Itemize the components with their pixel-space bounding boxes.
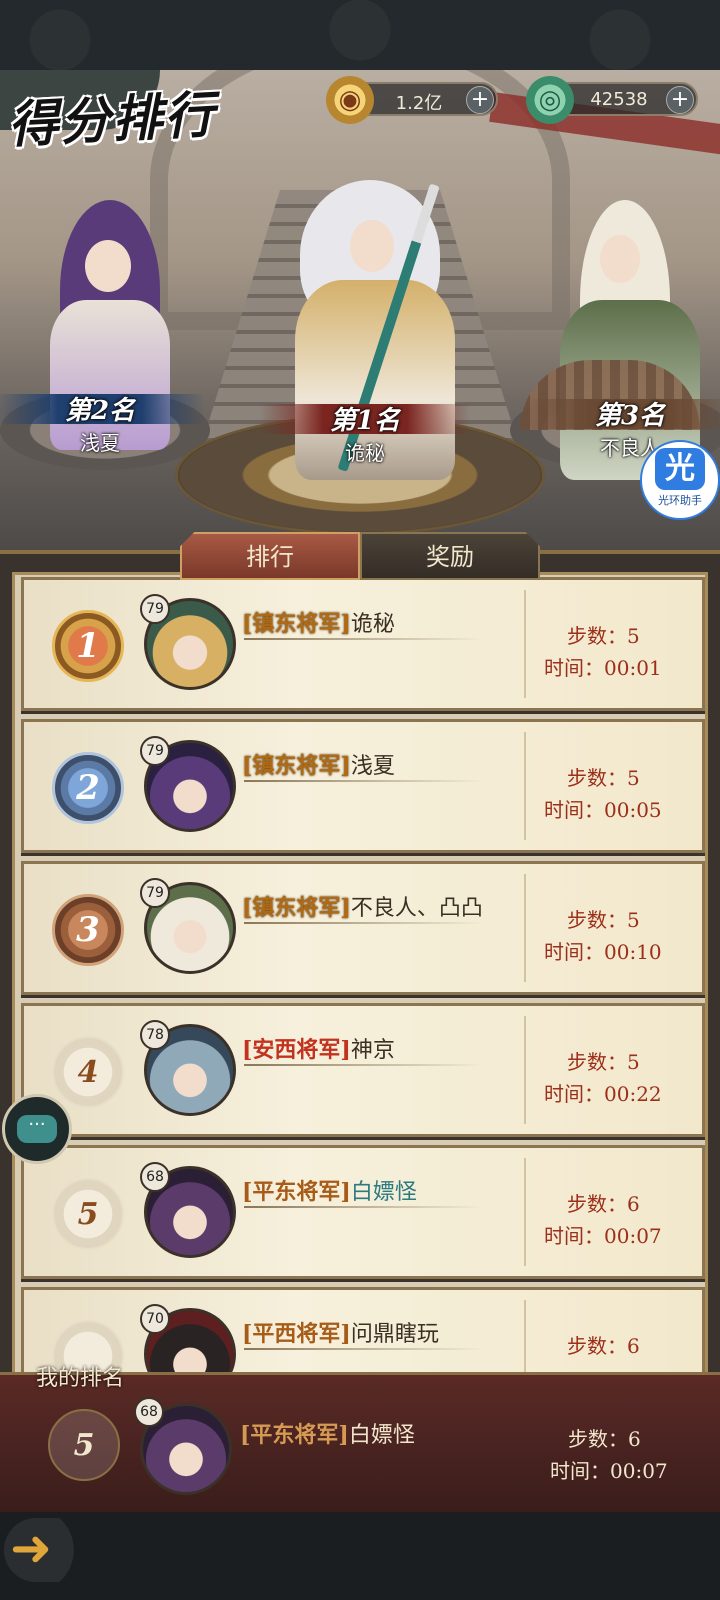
my-rank-label: 我的排名 (36, 1366, 125, 1391)
chat-button[interactable]: ··· (2, 1094, 72, 1164)
panel-tabs: 排行 奖励 (180, 532, 540, 580)
player-name: [镇东将军]诡秘 (242, 611, 395, 637)
level-badge: 79 (140, 736, 170, 766)
bottom-bar (0, 1512, 720, 1600)
steps-stat: 步数：5 (567, 908, 640, 932)
page-title: 得分排行 (6, 84, 218, 155)
my-level-badge: 68 (134, 1397, 164, 1427)
gold-value: 1.2亿 (395, 93, 443, 114)
podium-first-rank: 第1名 (329, 406, 401, 436)
rank-row[interactable]: 5 68 [平东将军]白嫖怪 步数：6 时间：00:07 (21, 1145, 705, 1279)
steps-stat: 步数：5 (567, 1050, 640, 1074)
ranking-panel: 1 79 [镇东将军]诡秘 步数：5 时间：00:01 2 79 [镇东将军]浅… (0, 550, 720, 1382)
player-name: [平西将军]问鼎瞎玩 (242, 1321, 439, 1347)
assistant-icon: 光 (655, 448, 705, 490)
rank-badge: 2 (52, 752, 124, 824)
steps-stat: 步数：5 (567, 624, 640, 648)
podium-second-tag: 第2名 浅夏 (0, 390, 205, 456)
my-steps-stat: 步数：6 (568, 1427, 641, 1451)
rank-row[interactable]: 3 79 [镇东将军]不良人、凸凸 步数：5 时间：00:10 (21, 861, 705, 995)
time-stat: 时间：00:07 (544, 1224, 662, 1248)
podium-first-name: 诡秘 (345, 441, 385, 465)
back-arrow-button[interactable]: ➜ (4, 1518, 94, 1582)
level-badge: 79 (140, 594, 170, 624)
tab-rank[interactable]: 排行 (180, 532, 360, 580)
time-stat: 时间：00:22 (544, 1082, 662, 1106)
time-stat: 时间：00:05 (544, 798, 662, 822)
chat-icon: ··· (17, 1115, 57, 1143)
steps-stat: 步数：6 (567, 1192, 640, 1216)
time-stat: 时间：00:01 (544, 656, 662, 680)
gold-coin-icon: ◉ (326, 76, 374, 124)
steps-stat: 步数：6 (567, 1334, 640, 1358)
rank-badge: 3 (52, 894, 124, 966)
player-name: [平东将军]白嫖怪 (242, 1179, 417, 1205)
assistant-label: 光环助手 (658, 494, 702, 507)
jade-icon: ◎ (526, 76, 574, 124)
my-rank-badge: 5 (48, 1409, 120, 1481)
rank-row[interactable]: 4 78 [安西将军]神京 步数：5 时间：00:22 (21, 1003, 705, 1137)
podium-second-name: 浅夏 (80, 431, 120, 455)
add-jade-button[interactable]: + (666, 86, 694, 114)
my-rank-bar: 5 68 [平东将军]白嫖怪 步数：6 时间：00:07 (0, 1372, 720, 1512)
steps-stat: 步数：5 (567, 766, 640, 790)
assistant-overlay-button[interactable]: 光 光环助手 (640, 440, 720, 520)
level-badge: 70 (140, 1304, 170, 1334)
level-badge: 78 (140, 1020, 170, 1050)
rank-row[interactable]: 1 79 [镇东将军]诡秘 步数：5 时间：00:01 (21, 577, 705, 711)
time-stat: 时间：00:10 (544, 940, 662, 964)
tab-reward[interactable]: 奖励 (360, 532, 540, 580)
gold-currency: ◉ 1.2亿 + (326, 76, 498, 124)
my-time-stat: 时间：00:07 (550, 1459, 668, 1483)
level-badge: 79 (140, 878, 170, 908)
rank-row[interactable]: 2 79 [镇东将军]浅夏 步数：5 时间：00:05 (21, 719, 705, 853)
rank-badge: 5 (52, 1178, 124, 1250)
player-name: [安西将军]神京 (242, 1037, 395, 1063)
jade-value: 42538 (590, 89, 648, 110)
top-banner (0, 0, 720, 70)
player-name: [镇东将军]浅夏 (242, 753, 395, 779)
podium-first-tag: 第1名 诡秘 (260, 400, 470, 466)
add-gold-button[interactable]: + (466, 86, 494, 114)
rank-badge: 1 (52, 610, 124, 682)
podium-third-rank: 第3名 (594, 401, 666, 431)
player-name: [镇东将军]不良人、凸凸 (242, 895, 483, 921)
ranking-list[interactable]: 1 79 [镇东将军]诡秘 步数：5 时间：00:01 2 79 [镇东将军]浅… (12, 572, 708, 1382)
rank-badge: 4 (52, 1036, 124, 1108)
podium-second-rank: 第2名 (64, 396, 136, 426)
jade-currency: ◎ 42538 + (526, 76, 698, 124)
level-badge: 68 (140, 1162, 170, 1192)
my-player-name: [平东将军]白嫖怪 (240, 1422, 415, 1448)
